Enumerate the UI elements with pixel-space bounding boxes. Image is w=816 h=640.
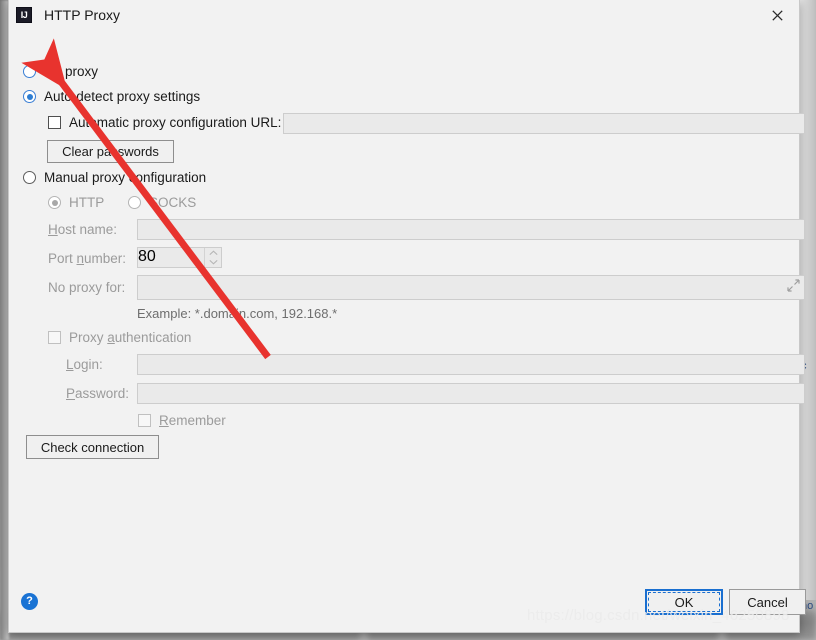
password-label: Password: — [66, 386, 130, 401]
chevron-up-icon[interactable] — [205, 248, 221, 258]
radio-no-proxy-label: No proxy — [44, 64, 99, 79]
radio-auto-detect-label: Auto-detect proxy settings — [44, 89, 201, 104]
checkbox-automatic-pac-url[interactable]: Automatic proxy configuration URL: — [48, 115, 281, 130]
radio-auto-detect-indicator — [23, 90, 36, 103]
help-icon[interactable]: ? — [21, 593, 38, 610]
checkbox-pac-label: Automatic proxy configuration URL: — [69, 115, 282, 130]
clear-passwords-button[interactable]: Clear passwords — [47, 140, 174, 163]
radio-manual-indicator — [23, 171, 36, 184]
checkbox-pac-indicator — [48, 116, 61, 129]
dialog-titlebar: IJ HTTP Proxy — [9, 0, 799, 30]
checkbox-remember-indicator — [138, 414, 151, 427]
port-number-spinner[interactable]: 80 — [137, 247, 222, 268]
radio-protocol-socks[interactable]: SOCKS — [128, 195, 196, 210]
checkbox-remember[interactable]: Remember — [138, 413, 226, 428]
expand-icon[interactable] — [787, 279, 800, 292]
radio-no-proxy-indicator — [23, 65, 36, 78]
radio-http-label: HTTP — [69, 195, 105, 210]
host-name-label: Host name: — [48, 222, 118, 237]
port-number-label: Port number: — [48, 251, 127, 266]
login-input[interactable] — [137, 354, 805, 375]
backdrop-right-strip — [800, 0, 816, 600]
password-input[interactable] — [137, 383, 805, 404]
checkbox-proxy-auth-indicator — [48, 331, 61, 344]
checkbox-remember-label: Remember — [159, 413, 226, 428]
radio-protocol-http[interactable]: HTTP — [48, 195, 104, 210]
ok-button-label: OK — [674, 594, 694, 610]
dialog-content: No proxy Auto-detect proxy settings Auto… — [9, 30, 805, 585]
intellij-idea-icon: IJ — [16, 7, 32, 23]
radio-socks-label: SOCKS — [149, 195, 197, 210]
radio-manual-label: Manual proxy configuration — [44, 170, 207, 185]
check-connection-button[interactable]: Check connection — [26, 435, 159, 459]
radio-http-indicator — [48, 196, 61, 209]
radio-manual-proxy-configuration[interactable]: Manual proxy configuration — [23, 170, 206, 185]
radio-no-proxy[interactable]: No proxy — [23, 64, 98, 79]
close-icon[interactable] — [763, 4, 791, 26]
radio-socks-indicator — [128, 196, 141, 209]
login-label: Login: — [66, 357, 103, 372]
no-proxy-for-input[interactable] — [137, 275, 805, 300]
no-proxy-for-label: No proxy for: — [48, 280, 126, 295]
checkbox-proxy-authentication[interactable]: Proxy authentication — [48, 330, 191, 345]
pac-url-input[interactable] — [283, 113, 805, 134]
example-hint: Example: *.domain.com, 192.168.* — [137, 306, 338, 321]
host-name-input[interactable] — [137, 219, 805, 240]
chevron-down-icon[interactable] — [205, 258, 221, 268]
ok-button[interactable]: OK — [645, 589, 723, 615]
port-number-value: 80 — [138, 248, 156, 265]
dialog-title: HTTP Proxy — [44, 7, 120, 23]
radio-auto-detect-proxy[interactable]: Auto-detect proxy settings — [23, 89, 200, 104]
cancel-button-label: Cancel — [747, 594, 788, 610]
dialog-footer: ? OK Cancel — [9, 584, 806, 632]
cancel-button[interactable]: Cancel — [729, 589, 806, 615]
spinner-arrows[interactable] — [204, 248, 221, 267]
checkbox-proxy-auth-label: Proxy authentication — [69, 330, 192, 345]
http-proxy-dialog: IJ HTTP Proxy No proxy Auto-detect proxy… — [8, 0, 806, 633]
